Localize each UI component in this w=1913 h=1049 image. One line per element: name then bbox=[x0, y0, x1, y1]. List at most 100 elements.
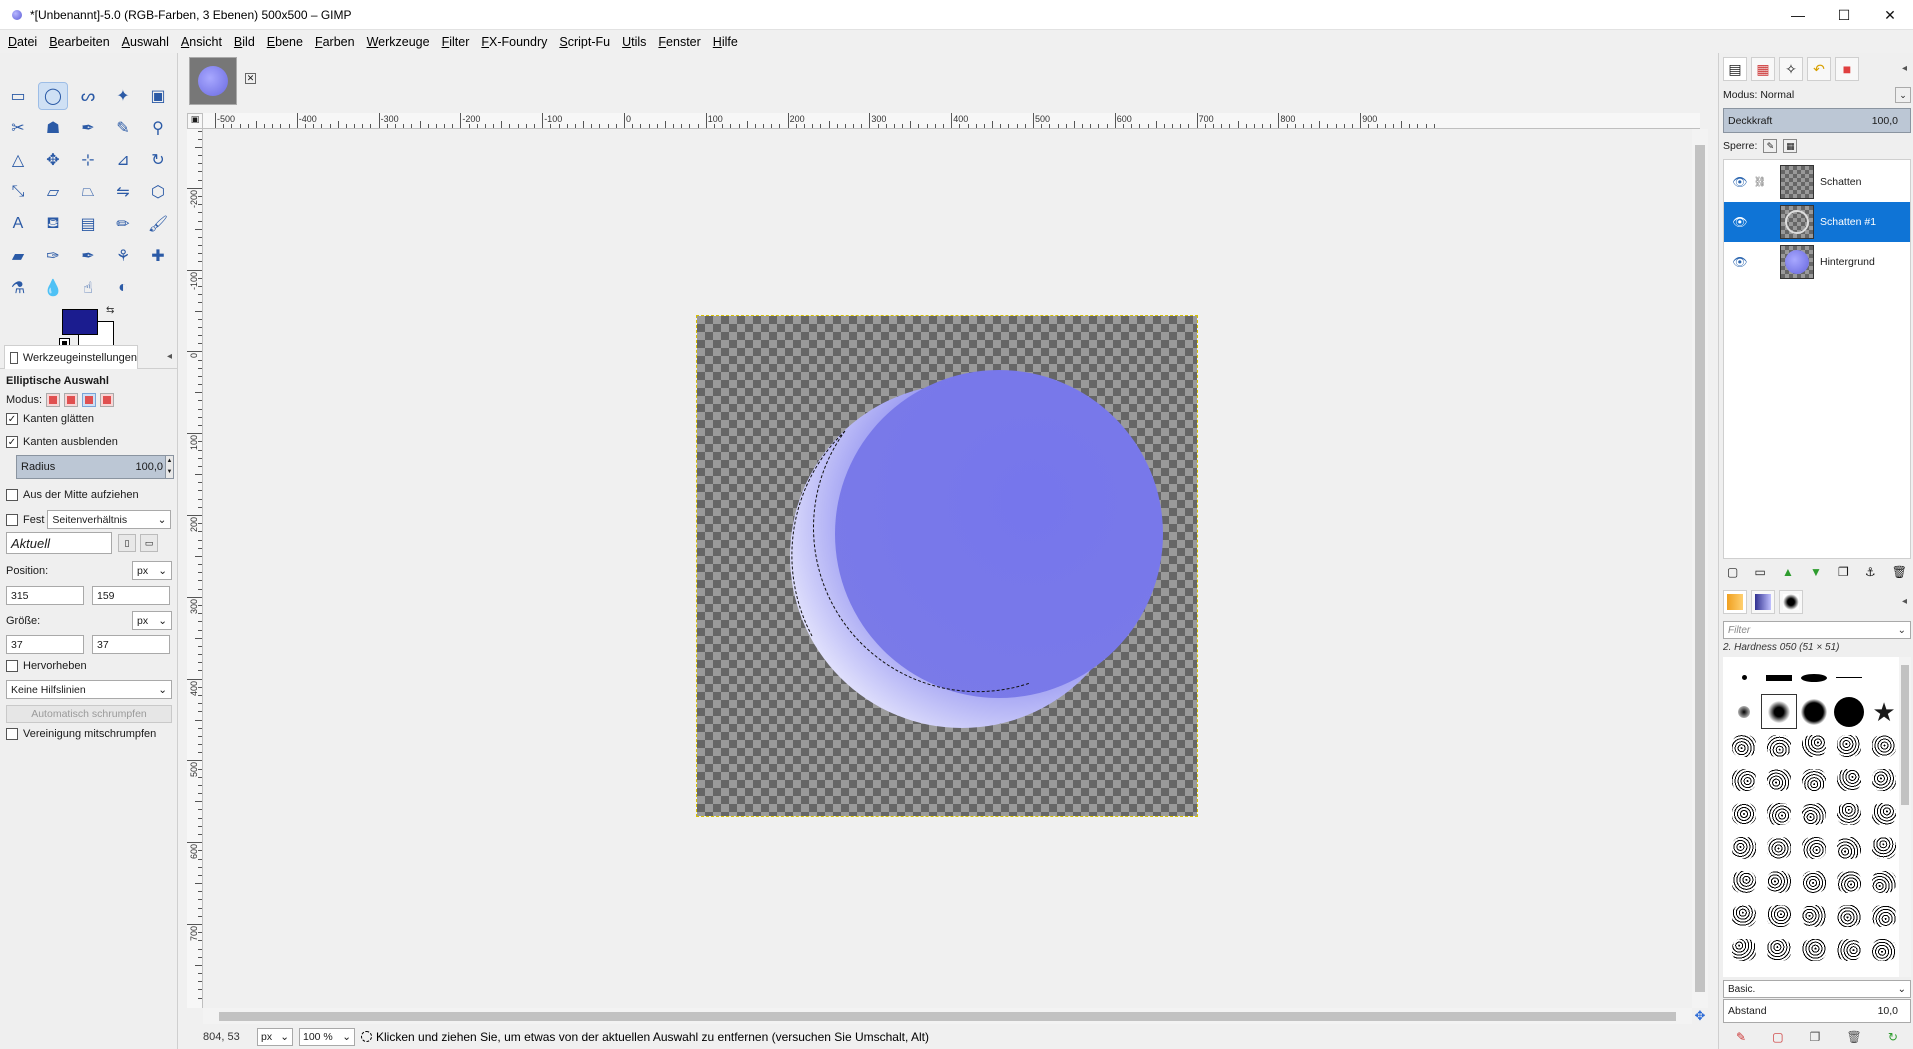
brush-preview[interactable] bbox=[1762, 729, 1796, 762]
bucket-fill-icon[interactable]: ⛾ bbox=[39, 211, 67, 237]
color-tab-icon[interactable]: ■ bbox=[1835, 57, 1859, 81]
shrink-merged-checkbox[interactable] bbox=[6, 728, 18, 740]
flip-icon[interactable]: ⇋ bbox=[109, 179, 137, 205]
paths-tab-icon[interactable]: ✧ bbox=[1779, 57, 1803, 81]
panel-menu-icon[interactable]: ◂ bbox=[1902, 596, 1907, 607]
position-x-input[interactable]: 315 bbox=[6, 586, 84, 605]
brush-preview[interactable] bbox=[1762, 797, 1796, 830]
undo-history-tab-icon[interactable]: ↶ bbox=[1807, 57, 1831, 81]
canvas-area[interactable] bbox=[203, 129, 1700, 1008]
brush-preview[interactable] bbox=[1867, 831, 1901, 864]
zoom-combo[interactable]: 100 % ⌄ bbox=[299, 1027, 355, 1046]
cage-icon[interactable]: ⬡ bbox=[144, 179, 172, 205]
rotate-icon[interactable]: ↻ bbox=[144, 147, 172, 173]
patterns-tab-icon[interactable] bbox=[1751, 590, 1775, 614]
delete-brush-icon[interactable]: 🗑 bbox=[1847, 1030, 1862, 1044]
ink-icon[interactable]: ✒ bbox=[74, 243, 102, 269]
menu-utils[interactable]: Utils bbox=[622, 35, 646, 49]
mode-subtract-button[interactable] bbox=[82, 393, 97, 407]
brush-preview[interactable] bbox=[1832, 933, 1866, 966]
lower-layer-icon[interactable]: ▼ bbox=[1810, 565, 1822, 579]
minimize-button[interactable]: — bbox=[1775, 0, 1821, 30]
panel-menu-icon[interactable]: ◂ bbox=[167, 351, 172, 362]
brush-preview[interactable] bbox=[1832, 831, 1866, 864]
close-icon[interactable]: ✕ bbox=[245, 73, 256, 84]
brush-scrollbar[interactable] bbox=[1899, 657, 1911, 977]
eraser-icon[interactable]: ▰ bbox=[4, 243, 32, 269]
brush-preview[interactable] bbox=[1867, 661, 1901, 694]
image-tab-thumbnail[interactable] bbox=[189, 57, 237, 105]
brush-preview[interactable] bbox=[1727, 695, 1761, 728]
menu-fx-foundry[interactable]: FX-Foundry bbox=[481, 35, 547, 49]
layer-row[interactable]: 👁 ⛓ Schatten bbox=[1724, 162, 1910, 202]
brush-preview[interactable] bbox=[1867, 933, 1901, 966]
horizontal-ruler[interactable]: -500 -400 -300 -200 -100 0 100 200 300 400 500 600 7… bbox=[203, 113, 1700, 129]
unit-combo[interactable]: px ⌄ bbox=[257, 1027, 293, 1046]
brush-preview[interactable] bbox=[1832, 865, 1866, 898]
menu-fenster[interactable]: Fenster bbox=[658, 35, 700, 49]
radius-spin-icon[interactable]: ▲ ▼ bbox=[165, 455, 174, 479]
fixed-combo[interactable]: Seitenverhältnis ⌄ bbox=[47, 510, 172, 529]
visibility-eye-icon[interactable]: 👁 bbox=[1730, 255, 1750, 269]
chevron-down-icon[interactable]: ⌄ bbox=[1895, 87, 1911, 103]
brush-preview[interactable] bbox=[1761, 694, 1797, 729]
brush-preview[interactable] bbox=[1797, 933, 1831, 966]
layer-row[interactable]: 👁 Hintergrund bbox=[1724, 242, 1910, 282]
brush-preview[interactable] bbox=[1762, 865, 1796, 898]
brush-preview[interactable] bbox=[1762, 763, 1796, 796]
spacing-slider[interactable]: Abstand 10,0 bbox=[1723, 999, 1911, 1023]
paths-icon[interactable]: ✒ bbox=[74, 115, 102, 141]
heal-icon[interactable]: ✚ bbox=[144, 243, 172, 269]
zoom-icon[interactable]: ⚲ bbox=[144, 115, 172, 141]
text-icon[interactable]: A bbox=[4, 211, 32, 237]
menu-werkzeuge[interactable]: Werkzeuge bbox=[367, 35, 430, 49]
vertical-scrollbar[interactable] bbox=[1692, 129, 1708, 1008]
edit-brush-icon[interactable]: ✎ bbox=[1736, 1030, 1746, 1044]
brush-filter-input[interactable]: Filter ⌄ bbox=[1723, 621, 1911, 639]
brush-preview[interactable]: ★ bbox=[1867, 695, 1901, 728]
opacity-slider[interactable]: Deckkraft 100,0 bbox=[1723, 108, 1911, 133]
delete-layer-icon[interactable]: 🗑 bbox=[1892, 565, 1907, 579]
brush-preview[interactable] bbox=[1797, 899, 1831, 932]
refresh-brushes-icon[interactable]: ↻ bbox=[1888, 1030, 1898, 1044]
anchor-layer-icon[interactable]: ⚓ bbox=[1865, 565, 1876, 579]
chain-link-icon[interactable]: ⛓ bbox=[1750, 177, 1770, 188]
position-y-input[interactable]: 159 bbox=[92, 586, 170, 605]
menu-auswahl[interactable]: Auswahl bbox=[122, 35, 169, 49]
quick-mask-toggle[interactable]: ▣ bbox=[187, 113, 203, 129]
menu-ebene[interactable]: Ebene bbox=[267, 35, 303, 49]
visibility-eye-icon[interactable]: 👁 bbox=[1730, 175, 1750, 189]
color-picker-icon[interactable]: ✎ bbox=[109, 115, 137, 141]
lock-pixels-icon[interactable]: ✎ bbox=[1763, 139, 1778, 153]
brush-preview[interactable] bbox=[1797, 831, 1831, 864]
menu-farben[interactable]: Farben bbox=[315, 35, 355, 49]
move-icon[interactable]: ✥ bbox=[39, 147, 67, 173]
brush-preview[interactable] bbox=[1797, 797, 1831, 830]
dodge-burn-icon[interactable]: ◐ bbox=[109, 275, 137, 301]
panel-menu-icon[interactable]: ◂ bbox=[1902, 63, 1907, 74]
horizontal-scrollbar[interactable] bbox=[203, 1008, 1692, 1024]
navigate-icon[interactable]: ✥ bbox=[1692, 1008, 1708, 1024]
align-icon[interactable]: ⊹ bbox=[74, 147, 102, 173]
brush-preview[interactable] bbox=[1797, 865, 1831, 898]
smudge-icon[interactable]: ☝ bbox=[74, 275, 102, 301]
layer-row[interactable]: 👁 Schatten #1 bbox=[1724, 202, 1910, 242]
crop-icon[interactable]: ⊿ bbox=[109, 147, 137, 173]
fuzzy-select-icon[interactable]: ✦ bbox=[109, 83, 137, 109]
autoshrink-button[interactable]: Automatisch schrumpfen bbox=[6, 705, 172, 723]
foreground-select-icon[interactable]: ☗ bbox=[39, 115, 67, 141]
duplicate-layer-icon[interactable]: ❐ bbox=[1838, 565, 1849, 579]
brush-preview[interactable] bbox=[1727, 899, 1761, 932]
clone-icon[interactable]: ⚘ bbox=[109, 243, 137, 269]
guides-combo[interactable]: Keine Hilfslinien ⌄ bbox=[6, 680, 172, 699]
brush-preview[interactable] bbox=[1727, 797, 1761, 830]
layers-tab-icon[interactable]: ▤ bbox=[1723, 57, 1747, 81]
brush-preset-combo[interactable]: Basic. ⌄ bbox=[1723, 980, 1911, 998]
paintbrush-icon[interactable]: 🖌 bbox=[144, 211, 172, 237]
brush-preview[interactable] bbox=[1832, 695, 1866, 728]
blur-icon[interactable]: 💧 bbox=[39, 275, 67, 301]
tab-tool-options[interactable]: Werkzeugeinstellungen bbox=[4, 345, 138, 369]
antialias-checkbox[interactable]: ✓ bbox=[6, 413, 18, 425]
brush-preview[interactable] bbox=[1832, 899, 1866, 932]
brush-preview[interactable] bbox=[1867, 865, 1901, 898]
